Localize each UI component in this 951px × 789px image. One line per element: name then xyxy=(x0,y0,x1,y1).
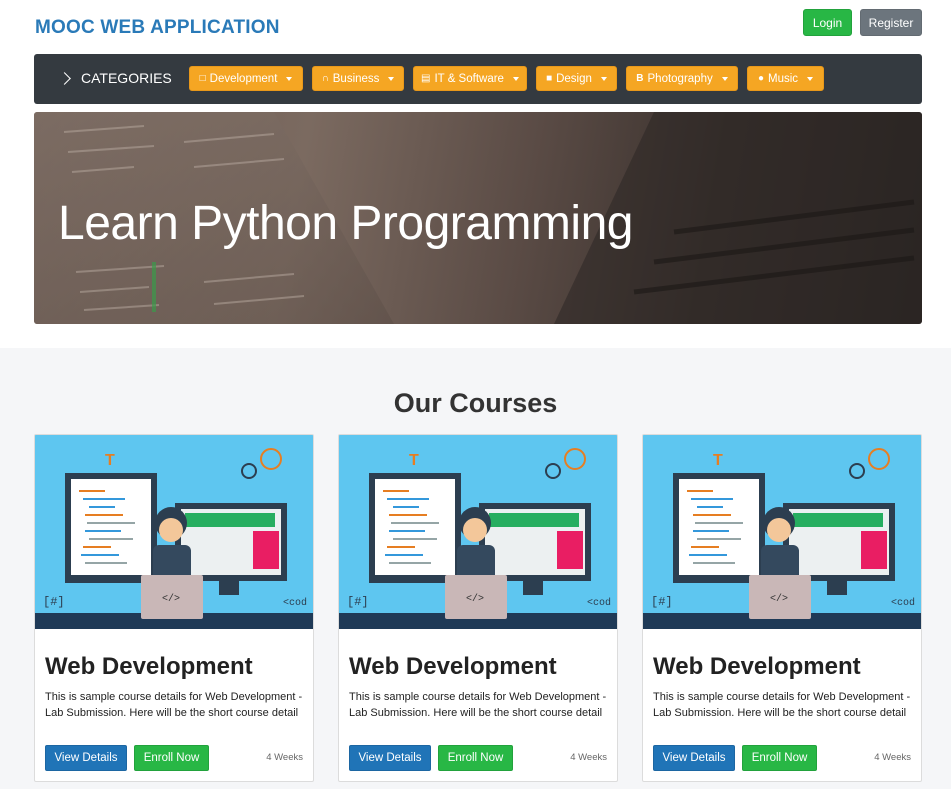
category-it-software-dropdown[interactable]: ▤ IT & Software xyxy=(413,66,527,91)
category-label: IT & Software xyxy=(434,72,504,85)
course-title[interactable]: Web Development xyxy=(653,653,861,681)
svg-text:[#]: [#] xyxy=(651,595,673,609)
register-button[interactable]: Register xyxy=(860,9,922,36)
bold-b-icon: B xyxy=(636,73,644,84)
category-label: Music xyxy=(768,72,799,85)
view-details-button[interactable]: View Details xyxy=(349,745,431,771)
course-image: </> T [#] <cod xyxy=(339,435,617,629)
view-details-button[interactable]: View Details xyxy=(45,745,127,771)
course-description: This is sample course details for Web De… xyxy=(349,691,607,719)
categories-toggle[interactable]: CATEGORIES xyxy=(58,70,172,86)
chevron-right-icon xyxy=(58,71,71,85)
svg-text:</>: </> xyxy=(770,593,788,605)
svg-text:T: T xyxy=(713,452,723,469)
magnet-icon: ∩ xyxy=(321,73,329,84)
category-photography-dropdown[interactable]: B Photography xyxy=(626,66,738,91)
course-duration: 4 Weeks xyxy=(266,752,303,763)
course-card: </> T [#] <cod Web Development This is s… xyxy=(338,434,618,782)
laptop-icon: □ xyxy=(199,73,206,84)
course-image: </> T [#] <cod xyxy=(35,435,313,629)
course-description: This is sample course details for Web De… xyxy=(45,691,303,719)
category-label: Photography xyxy=(647,72,713,85)
caret-down-icon xyxy=(721,76,728,81)
category-design-dropdown[interactable]: ■ Design xyxy=(536,66,617,91)
svg-text:T: T xyxy=(105,452,115,469)
enroll-now-button[interactable]: Enroll Now xyxy=(438,745,513,771)
course-title[interactable]: Web Development xyxy=(45,653,253,681)
svg-text:</>: </> xyxy=(162,593,180,605)
category-business-dropdown[interactable]: ∩ Business xyxy=(312,66,404,91)
svg-text:[#]: [#] xyxy=(43,595,65,609)
svg-text:</>: </> xyxy=(466,593,484,605)
category-music-dropdown[interactable]: ● Music xyxy=(747,66,824,91)
apple-icon: ● xyxy=(757,73,764,84)
course-image: </> T [#] <cod xyxy=(643,435,921,629)
hero-banner: Learn Python Programming xyxy=(34,112,922,324)
category-label: Business xyxy=(332,72,380,85)
section-title: Our Courses xyxy=(393,388,558,418)
view-details-button[interactable]: View Details xyxy=(653,745,735,771)
svg-text:T: T xyxy=(409,452,419,469)
caret-down-icon xyxy=(388,76,395,81)
categories-navbar: CATEGORIES □ Development ∩ Business ▤ IT… xyxy=(34,54,922,104)
enroll-now-button[interactable]: Enroll Now xyxy=(742,745,817,771)
square-icon: ■ xyxy=(546,73,553,84)
login-button[interactable]: Login xyxy=(803,9,852,36)
caret-down-icon xyxy=(600,76,607,81)
svg-text:<cod: <cod xyxy=(891,597,915,609)
hero-title: Learn Python Programming xyxy=(58,197,633,250)
keyboard-icon: ▤ xyxy=(421,73,431,84)
caret-down-icon xyxy=(286,76,293,81)
category-development-dropdown[interactable]: □ Development xyxy=(189,66,303,91)
course-duration: 4 Weeks xyxy=(874,752,911,763)
caret-down-icon xyxy=(512,76,519,81)
category-label: Development xyxy=(209,72,278,85)
course-card: </> T [#] <cod Web Development This is s… xyxy=(642,434,922,782)
caret-down-icon xyxy=(807,76,814,81)
course-duration: 4 Weeks xyxy=(570,752,607,763)
svg-text:[#]: [#] xyxy=(347,595,369,609)
course-card: </> T [#] <cod Web Development This is s… xyxy=(34,434,314,782)
categories-label: CATEGORIES xyxy=(81,70,172,86)
svg-text:<cod: <cod xyxy=(587,597,611,609)
category-label: Design xyxy=(556,72,592,85)
svg-text:<cod: <cod xyxy=(283,597,307,609)
course-description: This is sample course details for Web De… xyxy=(653,691,911,719)
enroll-now-button[interactable]: Enroll Now xyxy=(134,745,209,771)
brand-title[interactable]: MOOC WEB APPLICATION xyxy=(35,17,280,39)
course-title[interactable]: Web Development xyxy=(349,653,557,681)
